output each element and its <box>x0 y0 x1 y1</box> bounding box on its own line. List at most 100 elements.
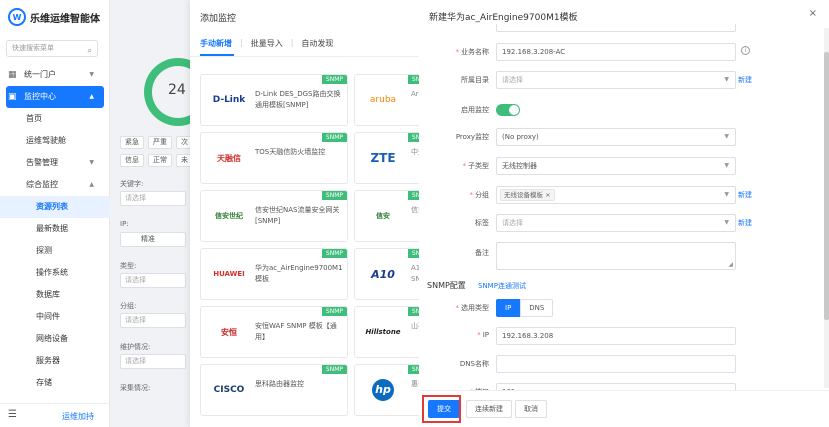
sidebar-item-database[interactable]: 数据库 <box>0 284 110 306</box>
tab-separator: | <box>290 38 294 47</box>
required-mark: * <box>477 331 481 339</box>
severity-tags-row2: 信息 正常 未 <box>120 154 193 167</box>
snmp-section-title: SNMP配置 <box>427 281 466 290</box>
ip-label: * IP <box>477 331 489 339</box>
severity-tag[interactable]: 严重 <box>148 136 172 149</box>
chevron-down-icon: ▼ <box>724 76 729 83</box>
enable-label: 启用监控 <box>461 106 489 114</box>
new-directory-link[interactable]: 新建 <box>738 75 752 85</box>
sidebar-item-home[interactable]: 首页 <box>0 108 110 130</box>
continue-new-button[interactable]: 连续新建 <box>466 400 512 418</box>
new-tag-link[interactable]: 新建 <box>738 218 752 228</box>
partial-field[interactable] <box>496 24 736 32</box>
enable-monitor-toggle[interactable] <box>496 104 520 116</box>
sidebar-item-storage[interactable]: 存储 <box>0 372 110 394</box>
template-card-text: 华为ac_AirEngine9700M1模板 <box>255 264 343 283</box>
ip-input[interactable]: 192.168.3.208 <box>496 327 736 345</box>
snmp-badge: SNMP <box>321 307 347 316</box>
sidebar-item-middleware[interactable]: 中间件 <box>0 306 110 328</box>
severity-tag[interactable]: 正常 <box>148 154 172 167</box>
filter-group-select[interactable]: 请选择 <box>120 313 186 328</box>
subtype-label: * 子类型 <box>463 161 490 171</box>
filter-ip-select[interactable]: 精准 <box>120 232 186 247</box>
filter-maint-select[interactable]: 请选择 <box>120 354 186 369</box>
filter-keyword-select[interactable]: 请选择 <box>120 191 186 206</box>
new-template-dialog: 新建华为ac_AirEngine9700M1模板 × * 业务名称 192.168… <box>419 0 829 427</box>
sidebar-item-network[interactable]: 网络设备 <box>0 328 110 350</box>
directory-select[interactable]: 请选择 ▼ <box>496 71 736 89</box>
template-card-infosec[interactable]: SNMP 信安世纪 信安世纪NAS流量安全网关[SNMP] <box>200 190 348 242</box>
footer-link[interactable]: 运维加持 <box>62 411 94 422</box>
chevron-down-icon: ▼ <box>89 71 94 78</box>
sidebar-item-integrated[interactable]: 综合监控 ▲ <box>0 174 110 196</box>
form-row-proxy: Proxy监控 (No proxy) ▼ <box>419 128 819 146</box>
aruba-logo: aruba <box>369 95 397 105</box>
cancel-button[interactable]: 取消 <box>515 400 547 418</box>
dns-input[interactable] <box>496 355 736 373</box>
group-label: * 分组 <box>470 190 490 200</box>
tab-manual-add[interactable]: 手动新增 <box>200 38 232 53</box>
sidebar-item-ops-cockpit[interactable]: 运维驾驶舱 <box>0 130 110 152</box>
subtype-select[interactable]: 无线控制器 ▼ <box>496 157 736 175</box>
template-card-huawei[interactable]: SNMP HUAWEI 华为ac_AirEngine9700M1模板 <box>200 248 348 300</box>
template-card-topsec[interactable]: SNMP 天融信 TOS天融信防火墙监控 <box>200 132 348 184</box>
remark-textarea[interactable]: ◢ <box>496 242 736 270</box>
sidebar-item-label: 告警管理 <box>26 158 58 167</box>
collapse-menu-icon[interactable]: ☰ <box>8 409 17 420</box>
menu-search-input[interactable]: 快速搜索菜单 ⌕ <box>6 40 98 57</box>
logo[interactable]: W 乐维运维智能体 <box>8 8 100 26</box>
severity-tag[interactable]: 紧急 <box>120 136 144 149</box>
tab-auto-discover[interactable]: 自动发现 <box>301 38 333 53</box>
chip-close-icon[interactable]: × <box>545 191 550 199</box>
filter-type-select[interactable]: 请选择 <box>120 273 186 288</box>
required-mark: * <box>462 162 467 170</box>
sidebar-item-resource-list[interactable]: 资源列表 <box>0 196 110 218</box>
filter-maint-label: 维护情况: <box>120 343 151 351</box>
tab-batch-import[interactable]: 批量导入 <box>251 38 283 53</box>
dlink-logo: D-Link <box>212 95 246 105</box>
form-row-port: *端口 161 <box>419 383 819 390</box>
template-card-cisco[interactable]: SNMP CISCO 思科路由器监控 <box>200 364 348 416</box>
new-group-link[interactable]: 新建 <box>738 190 752 200</box>
sidebar-item-server[interactable]: 服务器 <box>0 350 110 372</box>
proxy-select[interactable]: (No proxy) ▼ <box>496 128 736 146</box>
business-name-input[interactable]: 192.168.3.208-AC <box>496 43 736 61</box>
dbappsec-logo: 安恒 <box>221 327 237 337</box>
type-dns-button[interactable]: DNS <box>520 299 554 317</box>
tab-separator: | <box>240 38 243 47</box>
info-icon[interactable]: i <box>741 46 750 55</box>
group-chip: 无线设备模板 × <box>500 189 555 201</box>
snmp-badge: SNMP <box>321 191 347 200</box>
proxy-value: (No proxy) <box>502 133 539 141</box>
form-row-dns: DNS名称 <box>419 355 819 373</box>
sidebar-item-latest-data[interactable]: 最新数据 <box>0 218 110 240</box>
template-card-dlink[interactable]: SNMP D-Link D-Link DES_DGS路由交换通用模板[SNMP] <box>200 74 348 126</box>
snmp-badge: SNMP <box>321 365 347 374</box>
scrollbar-thumb[interactable] <box>824 52 829 320</box>
sidebar-item-os[interactable]: 操作系统 <box>0 262 110 284</box>
group-select[interactable]: 无线设备模板 × ▼ <box>496 186 736 204</box>
sidebar-item-probe[interactable]: 探测 <box>0 240 110 262</box>
filter-collect-label: 采集情况: <box>120 384 151 392</box>
sidebar-item-portal[interactable]: ▦ 统一门户 ▼ <box>0 64 110 86</box>
close-icon[interactable]: × <box>809 8 817 19</box>
template-card-text: 安恒WAF SNMP 模板【通用】 <box>255 322 337 341</box>
panel-tabs: 手动新增 | 批量导入 | 自动发现 <box>200 38 333 53</box>
infosec-logo: 信安 <box>376 212 390 220</box>
directory-placeholder: 请选择 <box>502 76 523 84</box>
form-row-subtype: * 子类型 无线控制器 ▼ <box>419 157 819 175</box>
template-card-text: D-Link DES_DGS路由交换通用模板[SNMP] <box>255 90 341 109</box>
sidebar-item-monitor-center[interactable]: ▣ 监控中心 ▲ <box>6 86 104 108</box>
snmp-test-link[interactable]: SNMP连通测试 <box>478 281 526 291</box>
select-type-label: * 选用类型 <box>456 303 490 313</box>
tags-select[interactable]: 请选择 ▼ <box>496 214 736 232</box>
severity-tag[interactable]: 信息 <box>120 154 144 167</box>
resize-grip-icon[interactable]: ◢ <box>728 262 733 268</box>
sidebar-item-alert-mgmt[interactable]: 告警管理 ▼ <box>0 152 110 174</box>
type-ip-button[interactable]: IP <box>496 299 521 317</box>
port-input[interactable]: 161 <box>496 383 736 390</box>
subtype-value: 无线控制器 <box>502 162 537 170</box>
submit-highlight-box <box>422 395 461 423</box>
template-card-text: 思科路由器监控 <box>255 380 304 388</box>
template-card-dbappsec[interactable]: SNMP 安恒 安恒WAF SNMP 模板【通用】 <box>200 306 348 358</box>
